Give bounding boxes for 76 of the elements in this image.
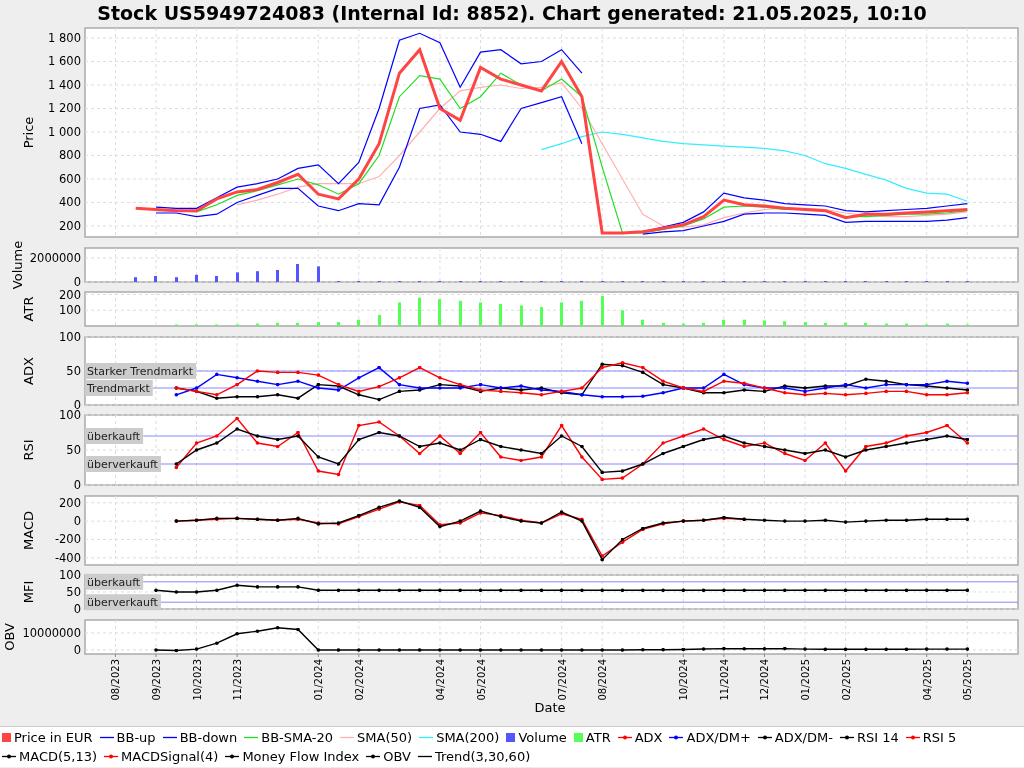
axis-tick-label: 01/2024 (313, 658, 325, 701)
legend-label: Volume (518, 728, 567, 747)
legend-label: MACDSignal(4) (121, 747, 219, 766)
axis-title: ADX (21, 356, 36, 385)
axis-tick-label: 100 (59, 568, 81, 582)
axis-title: Volume (9, 240, 25, 289)
axis-tick-label: 07/2024 (556, 658, 568, 701)
axis-tick-label: 800 (59, 148, 81, 163)
axis-tick-label: 02/2025 (840, 658, 852, 701)
axis-title: MFI (21, 580, 36, 604)
axis-title: MACD (21, 510, 36, 550)
axis-tick-label: 10/2023 (191, 658, 203, 701)
axis-tick-label: 1 400 (48, 78, 81, 92)
axis-tick-label: 200 (59, 287, 81, 302)
axis-tick-label: 01/2025 (800, 658, 812, 701)
axis-tick-label: -200 (54, 532, 81, 546)
axis-tick-label: 04/2024 (434, 658, 446, 701)
axis-tick-label: 200 (59, 495, 81, 510)
legend-label: OBV (383, 747, 411, 766)
axis-title: OBV (2, 622, 18, 651)
axis-tick-label: 50 (66, 585, 81, 599)
axis-tick-label: 400 (59, 195, 81, 210)
axis-tick-label: 2000000 (29, 250, 81, 265)
axis-title: Date (534, 699, 566, 715)
axis-tick-label: 0 (73, 478, 81, 492)
legend-label: Money Flow Index (242, 747, 360, 766)
axis-tick-label: 05/2025 (962, 658, 974, 701)
axis-tick-label: 50 (66, 363, 81, 378)
axis-tick-label: 1 600 (48, 54, 81, 69)
band-label: überverkauft (85, 456, 161, 472)
legend-label: MACD(5,13) (19, 747, 98, 766)
axis-tick-label: 0 (73, 642, 81, 657)
axis-tick-label: 1 000 (48, 124, 81, 139)
band-label: überkauft (85, 428, 144, 444)
axis-tick-label: 100 (59, 329, 81, 344)
axis-tick-label: 04/2025 (921, 658, 933, 701)
axis-tick-label: 0 (73, 513, 81, 528)
axis-tick-label: 08/2024 (597, 658, 609, 701)
legend-label: BB-SMA-20 (261, 728, 334, 747)
axis-tick-label: 100 (59, 408, 81, 422)
axis-tick-label: 200 (59, 218, 81, 233)
axis-tick-label: 11/2024 (718, 658, 730, 701)
axis-tick-label: 0 (73, 602, 81, 616)
legend-label: ATR (585, 728, 611, 747)
axis-tick-label: 100 (59, 303, 81, 318)
legend-label: Price in EUR (14, 728, 93, 747)
axis-tick-label: 50 (66, 443, 81, 457)
axis-tick-label: 12/2024 (759, 658, 771, 701)
axis-tick-label: 10/2024 (678, 658, 690, 701)
axis-tick-label: 0 (73, 274, 81, 289)
axis-tick-label: 11/2023 (232, 658, 244, 701)
axis-title: RSI (21, 439, 36, 461)
axis-title: ATR (21, 296, 36, 322)
axis-tick-label: 1 800 (48, 31, 81, 45)
legend-label: Trend(3,30,60) (434, 747, 531, 766)
axis-tick-label: 1 200 (48, 101, 81, 116)
axis-tick-label: 08/2023 (110, 658, 122, 701)
axis-tick-label: 10000000 (22, 625, 81, 640)
axis-tick-label: 02/2024 (353, 658, 365, 701)
legend-label: SMA(50) (357, 728, 413, 747)
band-label: überverkauft (85, 594, 161, 611)
axis-title: Price (21, 116, 36, 149)
legend-label: ADX/DM+ (686, 728, 751, 747)
axis-tick-label: -400 (54, 550, 81, 565)
legend-label: RSI 5 (922, 728, 957, 747)
legend-label: BB-down (179, 728, 238, 747)
axis-tick-label: 09/2023 (151, 658, 162, 701)
chart-title: Stock US5949724083 (Internal Id: 8852). Chart generated: 21.05.2025, 10:10 (97, 1, 927, 25)
legend-label: BB-up (116, 728, 156, 747)
legend-label: ADX/DM- (774, 728, 833, 747)
band-label: überkauft (85, 573, 144, 590)
axis-tick-label: 600 (59, 171, 81, 186)
legend-label: RSI 14 (856, 728, 899, 747)
legend-label: ADX (634, 728, 663, 747)
legend-label: SMA(200) (436, 728, 500, 747)
axis-tick-label: 05/2024 (475, 658, 487, 701)
